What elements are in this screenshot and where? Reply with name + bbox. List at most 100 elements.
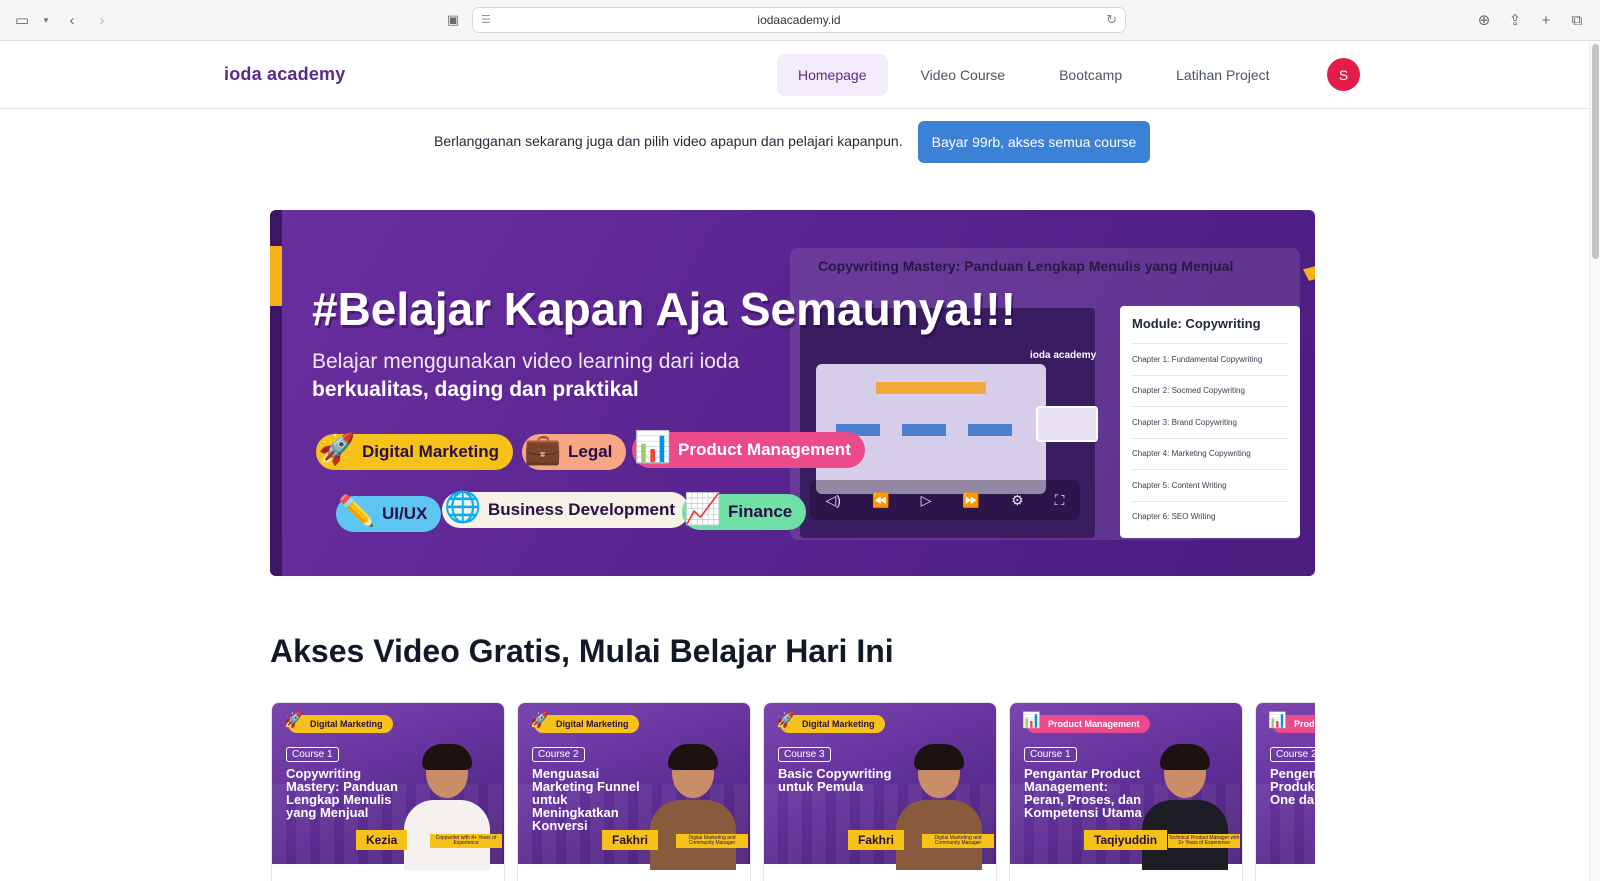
nav-homepage[interactable]: Homepage	[777, 54, 888, 96]
instructor-name: Fakhri	[848, 830, 905, 850]
course-title: Pengantar Product Management: Peran, Pro…	[1024, 766, 1142, 820]
browser-toolbar: ▭ ▾ ‹ › ▣ ☰ iodaacademy.id ↻ ⊕ ⇪ + ⧉	[0, 0, 1600, 41]
chevron-down-icon[interactable]: ▾	[36, 10, 56, 30]
course-number: Course 1	[286, 747, 339, 762]
mock-course-title: Copywriting Mastery: Panduan Lengkap Men…	[818, 258, 1234, 274]
url-text: iodaacademy.id	[757, 13, 841, 27]
chart-icon: 📊	[634, 430, 672, 464]
course-tag: 🚀 Digital Marketing	[776, 712, 885, 733]
mock-module-list: Module: Copywriting Chapter 1: Fundament…	[1120, 306, 1300, 538]
pill-finance: 📈 Finance	[682, 493, 807, 530]
briefcase-icon: 💼	[524, 432, 562, 466]
chart-icon: 📊	[1022, 712, 1041, 729]
promo-text: Berlangganan sekarang juga dan pilih vid…	[434, 133, 903, 149]
main-nav: Homepage Video Course Bootcamp Latihan P…	[777, 54, 1303, 96]
mock-presenter	[1036, 406, 1098, 442]
rocket-icon: 🚀	[318, 432, 356, 466]
growth-icon: 📈	[684, 492, 722, 526]
fullscreen-icon: ⛶	[1054, 491, 1065, 508]
pill-ui-ux: ✏️ UI/UX	[336, 495, 442, 532]
pill-business-development: 🌐 Business Development	[442, 491, 690, 528]
mock-module-title: Module: Copywriting	[1132, 316, 1261, 331]
forward-icon: ⏩	[962, 491, 980, 508]
course-title: Copywriting Mastery: Panduan Lengkap Men…	[286, 766, 398, 820]
instructor-role: Digital Marketing and Community Manager	[676, 834, 748, 848]
chart-icon: 📊	[1268, 712, 1287, 729]
hero-banner[interactable]: Copywriting Mastery: Panduan Lengkap Men…	[270, 210, 1315, 576]
rocket-icon: 🚀	[530, 712, 549, 729]
page-scrollbar[interactable]	[1589, 42, 1600, 881]
course-title: Basic Copywriting untuk Pemula	[778, 766, 892, 794]
pill-legal: 💼 Legal	[522, 433, 627, 470]
hero-title: #Belajar Kapan Aja Semaunya!!!	[312, 283, 1016, 335]
nav-video-course[interactable]: Video Course	[900, 54, 1027, 96]
instructor-role: Copywriter with 4+ Years of Experience	[430, 834, 502, 848]
course-carousel[interactable]: 🚀 Digital Marketing Course 1 Copywriting …	[270, 702, 1315, 881]
mock-chapter: Chapter 6: SEO Writing	[1132, 500, 1288, 533]
hero-subtitle-bold: berkualitas, daging dan praktikal	[312, 378, 639, 401]
site-header: ioda academy Homepage Video Course Bootc…	[0, 42, 1589, 109]
mock-chapter: Chapter 4: Marketing Copywriting	[1132, 437, 1288, 470]
mock-brand: ioda academy	[1030, 350, 1097, 361]
course-card[interactable]: 🚀 Digital Marketing Course 2 Menguasai Ma…	[517, 702, 751, 881]
course-thumbnail[interactable]: 📊 Product Management Course 1 Pengantar P…	[1010, 703, 1242, 870]
subscribe-button[interactable]: Bayar 99rb, akses semua course	[918, 121, 1150, 163]
site-settings-icon[interactable]: ☰	[481, 13, 495, 27]
nav-bootcamp[interactable]: Bootcamp	[1038, 54, 1143, 96]
pen-icon: ✏️	[338, 494, 376, 528]
reader-icon[interactable]: ▣	[443, 10, 463, 30]
tab-overview-icon[interactable]: ⧉	[1567, 10, 1587, 30]
play-icon: ▷	[920, 491, 932, 508]
rocket-icon: 🚀	[776, 712, 795, 729]
sidebar-toggle-icon[interactable]: ▭	[12, 10, 32, 30]
mock-player-controls: ◁) ⏪ ▷ ⏩ ⚙ ⛶	[810, 480, 1080, 520]
instructor-role: Technical Product Manager with 2+ Years …	[1168, 834, 1240, 848]
carousel-prev-slide	[270, 210, 282, 576]
course-tag: 📊Product Management	[1268, 712, 1315, 733]
site-logo[interactable]: ioda academy	[224, 64, 345, 85]
course-thumbnail[interactable]: 🚀 Digital Marketing Course 2 Menguasai Ma…	[518, 703, 750, 870]
forward-icon[interactable]: ›	[92, 10, 112, 30]
back-icon[interactable]: ‹	[62, 10, 82, 30]
globe-icon: 🌐	[444, 490, 482, 524]
instructor-name: Fakhri	[602, 830, 659, 850]
course-number: Course 2	[1270, 747, 1315, 762]
instructor-name: Taqiyuddin	[1084, 830, 1168, 850]
course-thumbnail[interactable]: 🚀 Digital Marketing Course 3 Basic Copywr…	[764, 703, 996, 870]
download-icon[interactable]: ⊕	[1474, 10, 1494, 30]
nav-latihan-project[interactable]: Latihan Project	[1155, 54, 1290, 96]
mock-chapter: Chapter 1: Fundamental Copywriting	[1132, 343, 1288, 375]
course-card[interactable]: 🚀 Digital Marketing Course 1 Copywriting …	[271, 702, 505, 881]
course-tag: 📊Product Management	[1022, 712, 1150, 733]
course-number: Course 2	[532, 747, 585, 762]
address-bar[interactable]: ☰ iodaacademy.id ↻	[472, 7, 1126, 33]
new-tab-icon[interactable]: +	[1536, 10, 1556, 30]
course-title: Menguasai Marketing Funnel untuk Meningk…	[532, 766, 640, 833]
pill-digital-marketing: 🚀 Digital Marketing	[316, 433, 513, 470]
course-thumbnail[interactable]: 🚀 Digital Marketing Course 1 Copywriting …	[272, 703, 504, 870]
mock-chapter: Chapter 2: Socmed Copywriting	[1132, 374, 1288, 407]
rocket-icon: 🚀	[284, 712, 303, 729]
course-card[interactable]: 📊Product Management Course 2 Pengenalan …	[1255, 702, 1315, 881]
course-number: Course 3	[778, 747, 831, 762]
course-thumbnail[interactable]: 📊Product Management Course 2 Pengenalan …	[1256, 703, 1315, 864]
course-card[interactable]: 📊 Product Management Course 1 Pengantar P…	[1009, 702, 1243, 881]
section-title: Akses Video Gratis, Mulai Belajar Hari I…	[270, 633, 894, 669]
mock-chapter: Chapter 5: Content Writing	[1132, 469, 1288, 501]
reload-icon[interactable]: ↻	[1106, 12, 1117, 28]
scrollbar-thumb[interactable]	[1592, 44, 1599, 259]
course-tag: 🚀 Digital Marketing	[284, 712, 393, 733]
pill-product-management: 📊 Product Management	[632, 431, 865, 468]
course-card[interactable]: 🚀 Digital Marketing Course 3 Basic Copywr…	[763, 702, 997, 881]
instructor-name: Kezia	[356, 830, 408, 850]
hero-subtitle: Belajar menggunakan video learning dari …	[312, 350, 740, 373]
mock-slide	[816, 364, 1046, 494]
rewind-icon: ⏪	[872, 491, 890, 508]
mock-chapter: Chapter 3: Brand Copywriting	[1132, 406, 1288, 438]
user-avatar[interactable]: S	[1327, 58, 1360, 91]
volume-icon: ◁)	[825, 491, 841, 508]
course-title: Pengenalan Produk Pendek One da	[1270, 766, 1315, 807]
course-tag: 🚀 Digital Marketing	[530, 712, 639, 733]
course-number: Course 1	[1024, 747, 1077, 762]
share-icon[interactable]: ⇪	[1505, 10, 1525, 30]
